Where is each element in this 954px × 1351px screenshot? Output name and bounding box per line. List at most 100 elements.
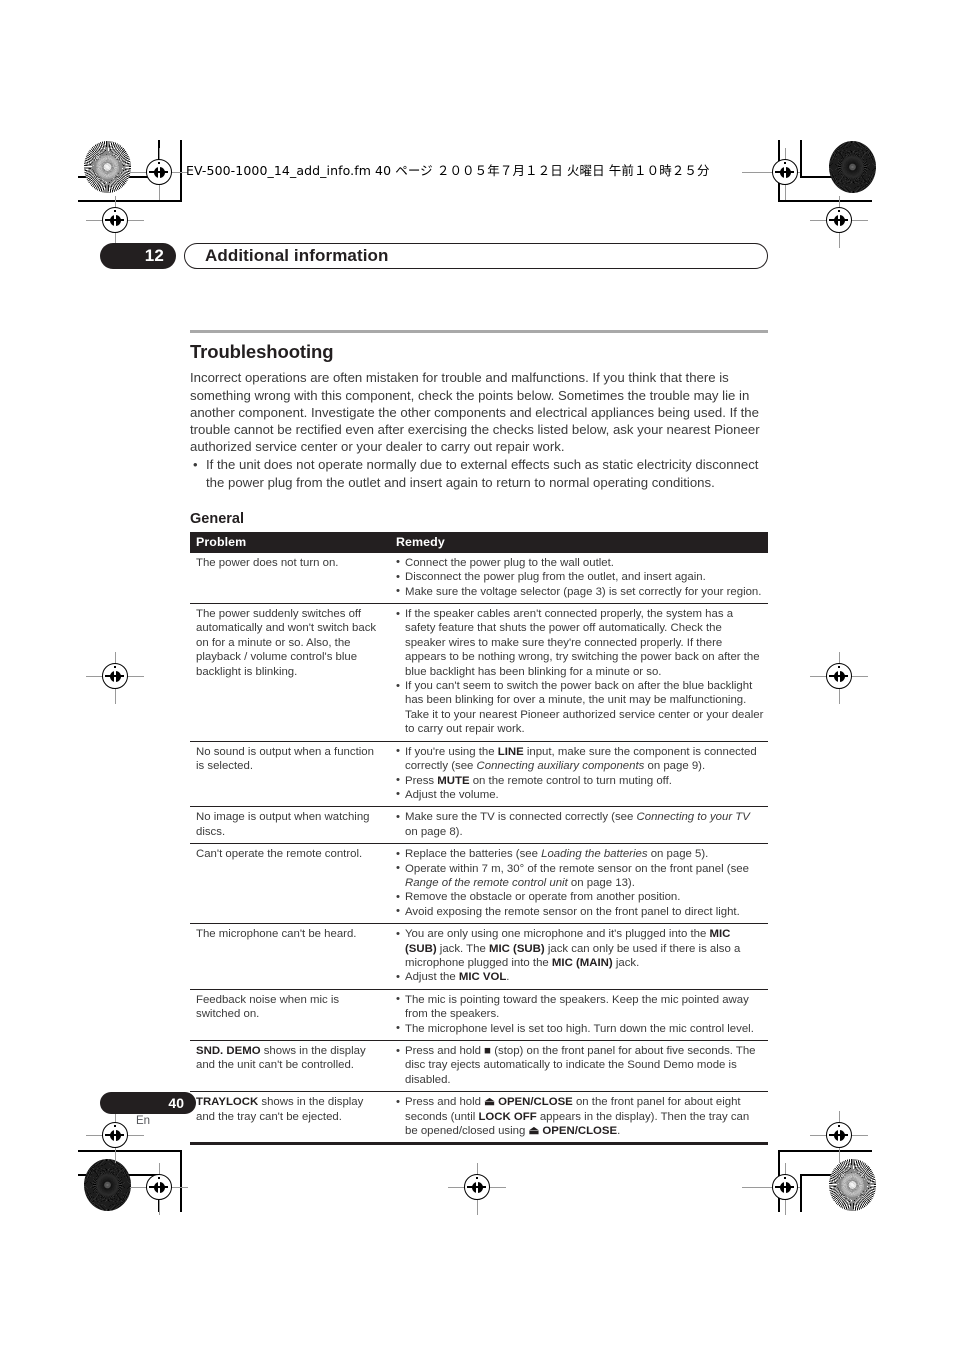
chapter-number-badge: 12 xyxy=(100,243,176,269)
remedy-item: Operate within 7 m, 30° of the remote se… xyxy=(396,861,764,891)
crop-mark-top-left-v2 xyxy=(180,140,182,200)
reg-crossline xyxy=(477,1163,478,1215)
density-star-target-bottom-right xyxy=(829,1159,876,1211)
cell-remedy: Replace the batteries (see Loading the b… xyxy=(388,843,768,925)
reg-crossline xyxy=(130,1187,188,1188)
column-header-remedy: Remedy xyxy=(388,531,768,553)
cell-problem: Can't operate the remote control. xyxy=(190,843,388,925)
registration-target-lower-right xyxy=(826,1122,852,1148)
crop-mark-top-left-h xyxy=(78,176,160,178)
page-content: Troubleshooting Incorrect operations are… xyxy=(190,330,768,1146)
cell-remedy: Press and hold ■ (stop) on the front pan… xyxy=(388,1040,768,1093)
crop-mark-top-right-v2 xyxy=(778,140,780,200)
cell-problem: The microphone can't be heard. xyxy=(190,923,388,990)
cell-problem: No image is output when watching discs. xyxy=(190,806,388,845)
registration-target-middle-right xyxy=(826,663,852,689)
page-footer: 40 En xyxy=(100,1092,300,1127)
crop-mark-top-left-v xyxy=(158,140,160,178)
registration-target-upper-left xyxy=(102,207,128,233)
registration-target-bottom-left xyxy=(146,1174,172,1200)
cell-problem: The power suddenly switches off automati… xyxy=(190,603,388,742)
remedy-item: Adjust the volume. xyxy=(396,787,764,802)
remedy-item: Disconnect the power plug from the outle… xyxy=(396,570,764,585)
table-header-row: Problem Remedy xyxy=(190,531,768,553)
table-row: No image is output when watching discs. M… xyxy=(190,806,768,845)
cell-remedy: Press and hold ⏏ OPEN/CLOSE on the front… xyxy=(388,1091,768,1146)
remedy-item: If the speaker cables aren't connected p… xyxy=(396,607,764,679)
cell-remedy: Connect the power plug to the wall outle… xyxy=(388,552,768,605)
remedy-item: The mic is pointing toward the speakers.… xyxy=(396,992,764,1022)
crop-mark-bottom-left-v xyxy=(158,1174,160,1212)
crop-mark-bottom-right-h2 xyxy=(778,1150,872,1152)
print-filename-header: EV-500-1000_14_add_info.fm 40 ページ ２００５年７… xyxy=(186,163,710,178)
page-language-code: En xyxy=(135,1115,151,1127)
cell-remedy: The mic is pointing toward the speakers.… xyxy=(388,989,768,1042)
cell-problem: Feedback noise when mic is switched on. xyxy=(190,989,388,1042)
section-top-rule xyxy=(190,330,768,334)
page-title: Troubleshooting xyxy=(190,341,334,363)
reg-crossline xyxy=(115,196,116,248)
chapter-header: 12 Additional information xyxy=(100,243,768,269)
reg-crossline xyxy=(86,220,144,221)
registration-target-middle-left xyxy=(102,663,128,689)
reg-crossline xyxy=(742,172,800,173)
remedy-item: Replace the batteries (see Loading the b… xyxy=(396,847,764,862)
crop-mark-bottom-left-h xyxy=(78,1174,160,1176)
crop-mark-top-right-v xyxy=(800,140,802,178)
registration-target-bottom-right xyxy=(772,1174,798,1200)
remedy-item: Press and hold ■ (stop) on the front pan… xyxy=(396,1043,764,1087)
reg-crossline xyxy=(159,1163,160,1215)
table-row: No sound is output when a function is se… xyxy=(190,741,768,808)
registration-target-top-right xyxy=(772,159,798,185)
troubleshooting-table-body: The power does not turn on. Connect the p… xyxy=(190,552,768,1146)
reg-crossline xyxy=(785,148,786,200)
table-row: Feedback noise when mic is switched on. T… xyxy=(190,989,768,1042)
column-header-problem: Problem xyxy=(190,531,388,553)
chapter-title: Additional information xyxy=(184,243,768,269)
table-row: The power does not turn on. Connect the p… xyxy=(190,552,768,605)
list-item: If the unit does not operate normally du… xyxy=(190,456,768,490)
remedy-item: Adjust the MIC VOL. xyxy=(396,970,764,985)
reg-crossline xyxy=(742,1187,800,1188)
reg-crossline xyxy=(159,148,160,200)
reg-crossline xyxy=(810,1135,868,1136)
table-row: The microphone can't be heard.You are on… xyxy=(190,923,768,990)
troubleshooting-table: Problem Remedy The power does not turn o… xyxy=(190,531,768,1146)
reg-crossline xyxy=(86,676,144,677)
reg-crossline xyxy=(130,172,188,173)
crop-mark-bottom-left-v2 xyxy=(180,1150,182,1212)
page-number-badge: 40 xyxy=(100,1092,196,1114)
reg-crossline xyxy=(839,1111,840,1163)
density-star-target-top-right xyxy=(829,141,876,193)
cell-remedy: Make sure the TV is connected correctly … xyxy=(388,806,768,845)
intro-bullet-list: If the unit does not operate normally du… xyxy=(190,456,768,490)
density-star-target-bottom-left xyxy=(84,1159,131,1211)
registration-target-upper-right xyxy=(826,207,852,233)
remedy-item: If you're using the LINE input, make sur… xyxy=(396,744,764,774)
crop-mark-top-left-h2 xyxy=(78,200,182,202)
density-star-target-top-left xyxy=(84,141,131,193)
cell-problem: SND. DEMO shows in the display and the u… xyxy=(190,1040,388,1093)
crop-mark-bottom-left-h2 xyxy=(78,1150,182,1152)
reg-crossline xyxy=(115,652,116,704)
remedy-item: Make sure the voltage selector (page 3) … xyxy=(396,584,764,599)
registration-target-top-left xyxy=(146,159,172,185)
reg-crossline xyxy=(810,676,868,677)
reg-crossline xyxy=(839,652,840,704)
cell-remedy: You are only using one microphone and it… xyxy=(388,923,768,990)
table-row: SND. DEMO shows in the display and the u… xyxy=(190,1040,768,1093)
crop-mark-bottom-right-v xyxy=(800,1174,802,1212)
cell-problem: No sound is output when a function is se… xyxy=(190,741,388,808)
cell-problem: The power does not turn on. xyxy=(190,552,388,605)
remedy-item: You are only using one microphone and it… xyxy=(396,927,764,970)
crop-mark-top-right-h xyxy=(800,176,872,178)
cell-remedy: If the speaker cables aren't connected p… xyxy=(388,603,768,742)
subsection-title-general: General xyxy=(190,510,244,527)
reg-crossline xyxy=(785,1163,786,1215)
registration-target-bottom-center xyxy=(464,1174,490,1200)
remedy-item: Avoid exposing the remote sensor on the … xyxy=(396,904,764,919)
table-row: The power suddenly switches off automati… xyxy=(190,603,768,742)
reg-crossline xyxy=(810,220,868,221)
remedy-item: If you can't seem to switch the power ba… xyxy=(396,679,764,737)
crop-mark-top-right-h2 xyxy=(778,200,872,202)
